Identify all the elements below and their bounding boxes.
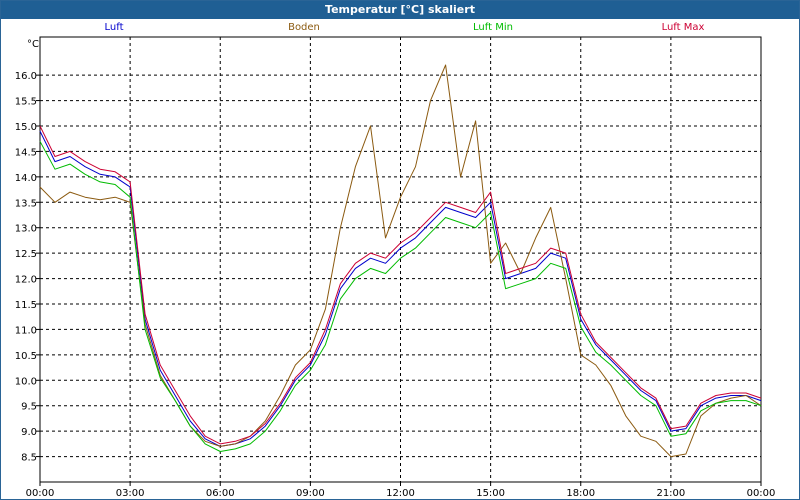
y-axis-ticks: 8.5 9.0 9.5 10.0 10.5 11.0 11.5 12.0 12.5 13.0 13.… — [15, 71, 40, 464]
legend: Luft Boden Luft Min Luft Max — [105, 22, 705, 33]
y-tick-label: 15.5 — [15, 97, 37, 108]
y-tick-label: 11.0 — [15, 325, 37, 336]
chart-title: Temperatur [°C] skaliert — [1, 1, 799, 19]
legend-entry: Luft Min — [473, 22, 513, 33]
x-tick-time-label: 00:00 — [747, 488, 776, 499]
legend-entry: Boden — [288, 22, 320, 33]
x-tick-time-label: 06:00 — [206, 488, 235, 499]
y-tick-label: 8.5 — [21, 453, 37, 464]
x-tick-time-label: 18:00 — [566, 488, 595, 499]
x-tick-time-label: 00:00 — [26, 488, 55, 499]
legend-entry: Luft Max — [662, 22, 705, 33]
y-tick-label: 14.5 — [15, 147, 37, 158]
y-tick-label: 13.5 — [15, 198, 37, 209]
x-axis-ticks: 00:0002.10.1903:0002.10.1906:0002.10.190… — [26, 482, 776, 499]
x-tick-time-label: 03:00 — [116, 488, 145, 499]
y-tick-label: 11.5 — [15, 300, 37, 311]
y-unit-label: °C — [27, 39, 39, 50]
y-tick-label: 10.0 — [15, 376, 37, 387]
chart-window: Temperatur [°C] skaliert Luft Boden Luft M… — [0, 0, 800, 500]
y-tick-label: 15.0 — [15, 122, 37, 133]
y-tick-label: 9.5 — [21, 402, 37, 413]
y-tick-label: 9.0 — [21, 427, 37, 438]
y-tick-label: 10.5 — [15, 351, 37, 362]
y-tick-label: 12.5 — [15, 249, 37, 260]
y-tick-label: 14.0 — [15, 173, 37, 184]
x-tick-time-label: 12:00 — [386, 488, 415, 499]
x-tick-time-label: 21:00 — [656, 488, 685, 499]
y-tick-label: 13.0 — [15, 224, 37, 235]
y-tick-label: 16.0 — [15, 71, 37, 82]
y-tick-label: 12.0 — [15, 275, 37, 286]
x-tick-time-label: 09:00 — [296, 488, 325, 499]
chart-canvas: Luft Boden Luft Min Luft Max °C 8.5 9.0 9.5 10… — [15, 22, 776, 499]
x-tick-time-label: 15:00 — [476, 488, 505, 499]
legend-entry: Luft — [105, 22, 124, 33]
